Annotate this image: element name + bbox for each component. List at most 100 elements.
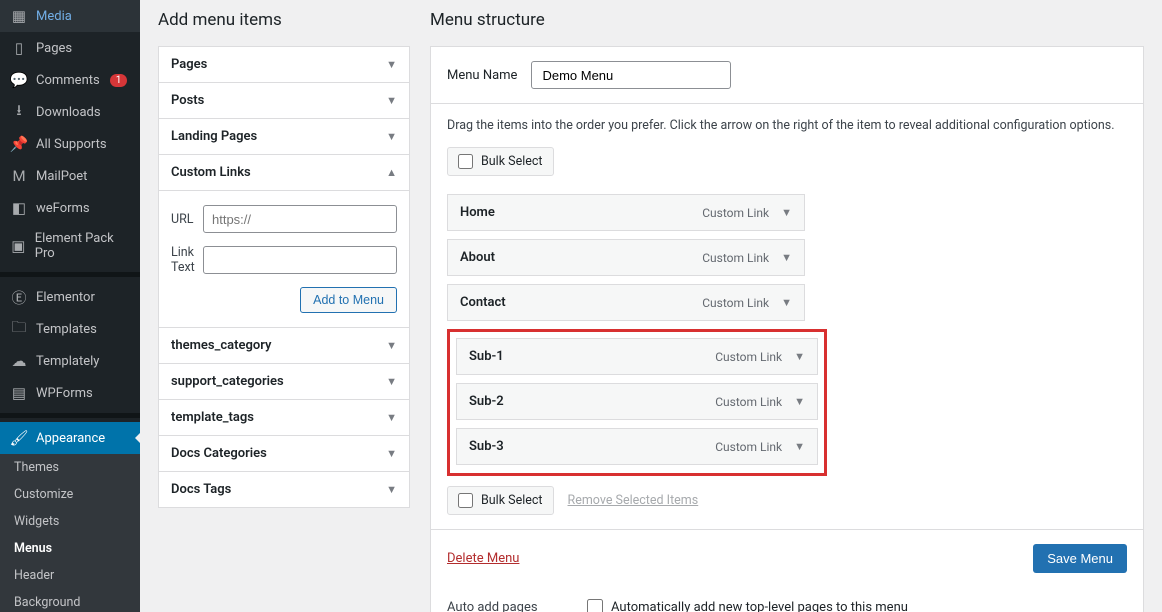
menu-header: Menu Name <box>431 47 1143 104</box>
sidebar-item[interactable]: ▤ WPForms <box>0 377 140 409</box>
caret-down-icon[interactable]: ▼ <box>794 440 805 453</box>
menu-item-type: Custom Link <box>702 296 769 310</box>
sidebar-item[interactable]: M MailPoet <box>0 160 140 192</box>
submenu-item[interactable]: Customize <box>0 481 140 508</box>
sidebar-item-label: Comments <box>36 73 100 88</box>
menu-body: Drag the items into the order you prefer… <box>431 104 1143 529</box>
menu-item-type: Custom Link <box>702 206 769 220</box>
add-to-menu-button[interactable]: Add to Menu <box>300 287 397 313</box>
custom-links-panel: URL Link Text Add to Menu <box>159 190 409 327</box>
menu-icon: ▦ <box>10 7 28 25</box>
menu-icon: Ⓔ <box>10 288 28 306</box>
auto-add-checkbox[interactable] <box>587 599 603 612</box>
url-input[interactable] <box>203 205 397 233</box>
menu-icon: 📌 <box>10 135 28 153</box>
caret-down-icon[interactable]: ▼ <box>781 206 792 219</box>
menu-item[interactable]: Sub-2 Custom Link ▼ <box>456 383 818 420</box>
menu-item[interactable]: About Custom Link ▼ <box>447 239 805 276</box>
count-badge: 1 <box>110 74 128 87</box>
sidebar-item[interactable]: 🗀 Templates <box>0 313 140 345</box>
caret-up-icon: ▲ <box>386 166 397 179</box>
submenu-item[interactable]: Menus <box>0 535 140 562</box>
sidebar-item-label: Elementor <box>36 290 95 305</box>
remove-selected-link[interactable]: Remove Selected Items <box>568 493 699 508</box>
sidebar-item[interactable]: ▦ Media <box>0 0 140 32</box>
menu-icon: ◧ <box>10 199 28 217</box>
bulk-select-bottom[interactable]: Bulk Select <box>447 486 554 515</box>
bulk-select-checkbox[interactable] <box>458 493 473 508</box>
admin-sidebar: ▦ Media ▯ Pages 💬 Comments1 ⭳ Downloads … <box>0 0 140 612</box>
sidebar-separator <box>0 272 140 277</box>
accordion-header[interactable]: Posts ▼ <box>159 82 409 118</box>
submenu-item[interactable]: Themes <box>0 454 140 481</box>
accordion-header[interactable]: Docs Categories ▼ <box>159 435 409 471</box>
menu-item-type: Custom Link <box>715 440 782 454</box>
bulk-select-checkbox[interactable] <box>458 154 473 169</box>
caret-down-icon[interactable]: ▼ <box>794 350 805 363</box>
sidebar-item[interactable]: ▣ Element Pack Pro <box>0 224 140 268</box>
accordion-header[interactable]: Landing Pages ▼ <box>159 118 409 154</box>
menu-item-label: About <box>460 250 495 265</box>
auto-add-control[interactable]: Automatically add new top-level pages to… <box>587 599 908 612</box>
caret-down-icon: ▼ <box>386 411 397 424</box>
accordion-title: support_categories <box>171 374 284 389</box>
auto-add-label: Auto add pages <box>447 600 587 612</box>
menu-item[interactable]: Home Custom Link ▼ <box>447 194 805 231</box>
accordion-title: template_tags <box>171 410 254 425</box>
menu-name-label: Menu Name <box>447 68 517 83</box>
menu-name-input[interactable] <box>531 61 731 89</box>
caret-down-icon[interactable]: ▼ <box>781 296 792 309</box>
sidebar-item[interactable]: 💬 Comments1 <box>0 64 140 96</box>
sidebar-item-label: Pages <box>36 41 72 56</box>
submenu-item[interactable]: Header <box>0 562 140 589</box>
menu-item-type: Custom Link <box>715 395 782 409</box>
accordion-title: Custom Links <box>171 165 251 180</box>
sidebar-item[interactable]: ⭳ Downloads <box>0 96 140 128</box>
link-text-input[interactable] <box>203 246 397 274</box>
menu-item[interactable]: Sub-3 Custom Link ▼ <box>456 428 818 465</box>
accordion-header[interactable]: template_tags ▼ <box>159 399 409 435</box>
delete-menu-link[interactable]: Delete Menu <box>447 551 519 566</box>
sidebar-item[interactable]: Ⓔ Elementor <box>0 281 140 313</box>
accordion-header[interactable]: support_categories ▼ <box>159 363 409 399</box>
sidebar-item-label: MailPoet <box>36 169 87 184</box>
accordion-header[interactable]: themes_category ▼ <box>159 328 409 363</box>
menu-icon: M <box>10 167 28 185</box>
submenu-item[interactable]: Background <box>0 589 140 612</box>
menu-item-label: Sub-1 <box>469 349 504 364</box>
menu-item[interactable]: Sub-1 Custom Link ▼ <box>456 338 818 375</box>
sidebar-item[interactable]: ◧ weForms <box>0 192 140 224</box>
add-items-heading: Add menu items <box>158 10 410 30</box>
menu-structure-heading: Menu structure <box>430 10 1144 30</box>
menu-item-type: Custom Link <box>702 251 769 265</box>
menu-icon: ⭳ <box>10 103 28 121</box>
highlighted-sub-items: Sub-1 Custom Link ▼ Sub-2 Custom Link ▼ … <box>447 329 827 476</box>
menu-item[interactable]: Contact Custom Link ▼ <box>447 284 805 321</box>
sidebar-item-label: Downloads <box>36 105 101 120</box>
accordion-title: themes_category <box>171 338 272 353</box>
caret-down-icon[interactable]: ▼ <box>794 395 805 408</box>
save-menu-button[interactable]: Save Menu <box>1033 544 1127 573</box>
sidebar-item-label: Appearance <box>36 431 105 446</box>
menu-icon: ▤ <box>10 384 28 402</box>
sidebar-item-label: WPForms <box>36 386 93 401</box>
menu-item-label: Sub-3 <box>469 439 504 454</box>
sidebar-item-appearance[interactable]: 🖌 Appearance <box>0 422 140 454</box>
sidebar-item[interactable]: ▯ Pages <box>0 32 140 64</box>
sidebar-item[interactable]: ☁ Templately <box>0 345 140 377</box>
caret-down-icon: ▼ <box>386 375 397 388</box>
bulk-select-top[interactable]: Bulk Select <box>447 147 554 176</box>
sidebar-item-label: All Supports <box>36 137 107 152</box>
sidebar-item[interactable]: 📌 All Supports <box>0 128 140 160</box>
menu-icon: ▣ <box>10 237 27 255</box>
add-menu-items-column: Add menu items Pages ▼ Posts ▼ Landing P… <box>158 10 410 602</box>
accordion-header[interactable]: Docs Tags ▼ <box>159 471 409 507</box>
menu-item-label: Contact <box>460 295 506 310</box>
content-area: Add menu items Pages ▼ Posts ▼ Landing P… <box>140 0 1162 612</box>
menu-footer: Delete Menu Save Menu <box>431 529 1143 587</box>
menu-icon: 🗀 <box>10 320 28 338</box>
accordion-custom-links[interactable]: Custom Links ▲ <box>159 155 409 190</box>
caret-down-icon[interactable]: ▼ <box>781 251 792 264</box>
accordion-header[interactable]: Pages ▼ <box>159 47 409 82</box>
submenu-item[interactable]: Widgets <box>0 508 140 535</box>
